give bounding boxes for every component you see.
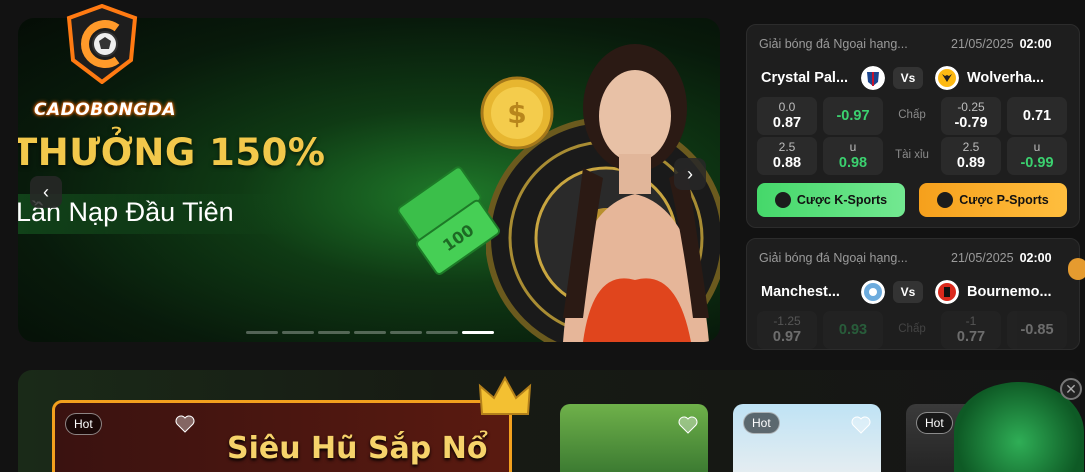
odd-handicap-home[interactable]: 0.0 0.87 xyxy=(757,97,817,135)
svg-text:$: $ xyxy=(507,97,526,130)
odd-handicap-away[interactable]: -0.25 -0.79 xyxy=(941,97,1001,135)
vs-badge: Vs xyxy=(893,67,923,89)
odd-handicap-away-alt[interactable]: 0.71 xyxy=(1007,97,1067,135)
banner-dot[interactable] xyxy=(318,331,350,334)
home-team-name: Manchest... xyxy=(761,284,840,300)
bet-k-sports-button[interactable]: Cược K-Sports xyxy=(757,183,905,217)
chat-icon[interactable] xyxy=(1068,258,1085,280)
overunder-label: Tài xỉu xyxy=(895,149,929,161)
away-team-crest-icon xyxy=(935,280,959,304)
home-team-crest-icon xyxy=(861,280,885,304)
odd-value: 0.93 xyxy=(838,322,868,338)
site-logo[interactable]: CADOBONGDA xyxy=(30,4,176,122)
games-section: Hot Siêu Hũ Sắp Nổ Hot Hot xyxy=(18,370,1080,472)
banner-dot[interactable] xyxy=(390,331,422,334)
odd-over-alt[interactable]: 2.5 0.89 xyxy=(941,137,1001,175)
odd-line: -0.25 xyxy=(957,100,985,114)
k-sports-icon xyxy=(774,192,791,208)
hot-badge: Hot xyxy=(65,413,102,435)
home-team-name: Crystal Pal... xyxy=(761,70,849,86)
match-meta: Giải bóng đá Ngoại hạng... 21/05/2025 02… xyxy=(759,37,1069,53)
away-team-crest-icon xyxy=(935,66,959,90)
banner-dot[interactable] xyxy=(354,331,386,334)
odd-value: -0.79 xyxy=(954,115,988,131)
odd-line: 2.5 xyxy=(778,140,796,154)
odd-line: u xyxy=(849,140,857,154)
chevron-left-icon: ‹ xyxy=(43,182,49,202)
heart-icon[interactable] xyxy=(678,416,698,434)
odd-over[interactable]: 2.5 0.88 xyxy=(757,137,817,175)
crown-icon xyxy=(478,375,532,415)
match-date: 21/05/2025 xyxy=(951,251,1014,265)
banner-dot-active[interactable] xyxy=(462,331,494,334)
vs-badge: Vs xyxy=(893,281,923,303)
match-meta: Giải bóng đá Ngoại hạng... 21/05/2025 02… xyxy=(759,251,1069,267)
league-name: Giải bóng đá Ngoại hạng... xyxy=(759,251,908,265)
hot-badge: Hot xyxy=(743,412,780,434)
away-team-name: Bournemo... xyxy=(967,284,1052,300)
match-time: 02:00 xyxy=(1019,37,1052,51)
match-card[interactable]: Giải bóng đá Ngoại hạng... 21/05/2025 02… xyxy=(746,24,1080,228)
odd-value: 0.98 xyxy=(838,155,868,171)
odd-handicap-home-alt[interactable]: 0.93 xyxy=(823,311,883,349)
home-team-crest-icon xyxy=(861,66,885,90)
match-date: 21/05/2025 xyxy=(951,37,1014,51)
away-team-name: Wolverha... xyxy=(967,70,1045,86)
odd-handicap-away[interactable]: -1 0.77 xyxy=(941,311,1001,349)
odd-handicap-home-alt[interactable]: -0.97 xyxy=(823,97,883,135)
match-teams: Manchest... Vs Bournemo... xyxy=(761,279,1069,305)
hot-badge: Hot xyxy=(916,412,953,434)
odd-value: 0.97 xyxy=(772,329,802,345)
odd-line: -1.25 xyxy=(773,314,801,328)
odd-line: u xyxy=(1033,140,1041,154)
page: $ 100 THƯỞNG 150% Lần Nạp Đầu Tiên ‹ › C… xyxy=(0,0,1085,472)
chevron-right-icon: › xyxy=(687,164,693,184)
handicap-label: Chấp xyxy=(898,323,926,335)
handicap-label: Chấp xyxy=(898,109,926,121)
odd-value: 0.87 xyxy=(772,115,802,131)
close-button[interactable]: ✕ xyxy=(1060,378,1082,400)
banner-dot[interactable] xyxy=(282,331,314,334)
odd-line: 0.0 xyxy=(778,100,796,114)
odd-value: 0.88 xyxy=(772,155,802,171)
banner-pagination xyxy=(246,331,494,334)
odd-value: 0.71 xyxy=(1022,108,1052,124)
odd-value: -0.97 xyxy=(836,108,870,124)
heart-icon[interactable] xyxy=(851,416,871,434)
game-tile[interactable]: Hot xyxy=(733,404,881,472)
bet-k-sports-label: Cược K-Sports xyxy=(796,193,888,207)
banner-next-button[interactable]: › xyxy=(674,158,706,190)
odd-value: 0.89 xyxy=(956,155,986,171)
logo-text: CADOBONGDA xyxy=(34,100,177,120)
game-tile[interactable] xyxy=(560,404,708,472)
odd-handicap-away-alt[interactable]: -0.85 xyxy=(1007,311,1067,349)
banner-dot[interactable] xyxy=(246,331,278,334)
odd-line: 2.5 xyxy=(962,140,980,154)
odd-value: -0.85 xyxy=(1020,322,1054,338)
match-card[interactable]: Giải bóng đá Ngoại hạng... 21/05/2025 02… xyxy=(746,238,1080,350)
p-sports-icon xyxy=(937,192,954,208)
bet-p-sports-label: Cược P-Sports xyxy=(959,193,1049,207)
cash-stack-image: 100 xyxy=(398,166,501,275)
logo-shield-icon xyxy=(66,4,138,84)
odd-value: -0.99 xyxy=(1020,155,1054,171)
odd-under[interactable]: u 0.98 xyxy=(823,137,883,175)
odd-value: 0.77 xyxy=(956,329,986,345)
match-teams: Crystal Pal... Vs Wolverha... xyxy=(761,65,1069,91)
odd-handicap-home[interactable]: -1.25 0.97 xyxy=(757,311,817,349)
bet-p-sports-button[interactable]: Cược P-Sports xyxy=(919,183,1067,217)
league-name: Giải bóng đá Ngoại hạng... xyxy=(759,37,908,51)
jackpot-title: Siêu Hũ Sắp Nổ xyxy=(227,431,488,466)
banner-headline: THƯỞNG 150% xyxy=(18,131,326,174)
odd-line: -1 xyxy=(965,314,977,328)
jackpot-banner[interactable]: Hot Siêu Hũ Sắp Nổ xyxy=(52,400,512,472)
match-time: 02:00 xyxy=(1019,251,1052,265)
heart-icon[interactable] xyxy=(175,415,195,433)
banner-dot[interactable] xyxy=(426,331,458,334)
banner-prev-button[interactable]: ‹ xyxy=(30,176,62,208)
odd-under-alt[interactable]: u -0.99 xyxy=(1007,137,1067,175)
